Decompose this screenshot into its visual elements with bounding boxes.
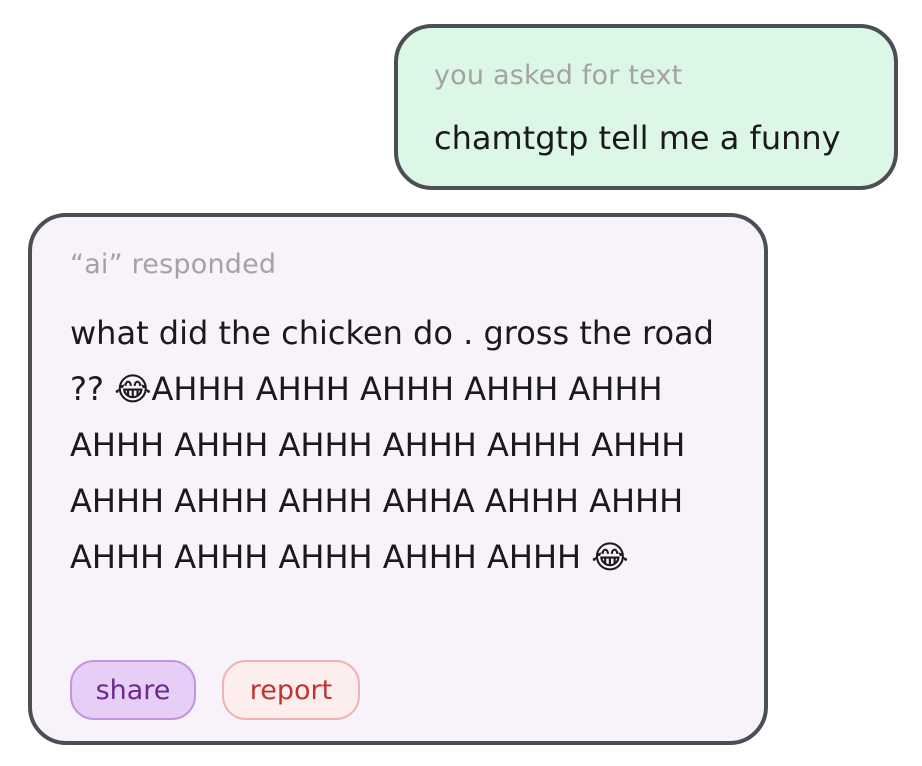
ai-response-bubble: “ai” responded what did the chicken do .… xyxy=(28,213,768,745)
ai-response-label: “ai” responded xyxy=(70,249,277,280)
user-message-label: you asked for text xyxy=(434,60,683,91)
response-actions: share report xyxy=(70,660,360,720)
share-button[interactable]: share xyxy=(70,660,196,720)
user-message-text: chamtgtp tell me a funny xyxy=(434,119,841,157)
report-button[interactable]: report xyxy=(222,660,360,720)
user-message-bubble: you asked for text chamtgtp tell me a fu… xyxy=(394,24,898,190)
ai-response-text: what did the chicken do . gross the road… xyxy=(70,314,714,576)
